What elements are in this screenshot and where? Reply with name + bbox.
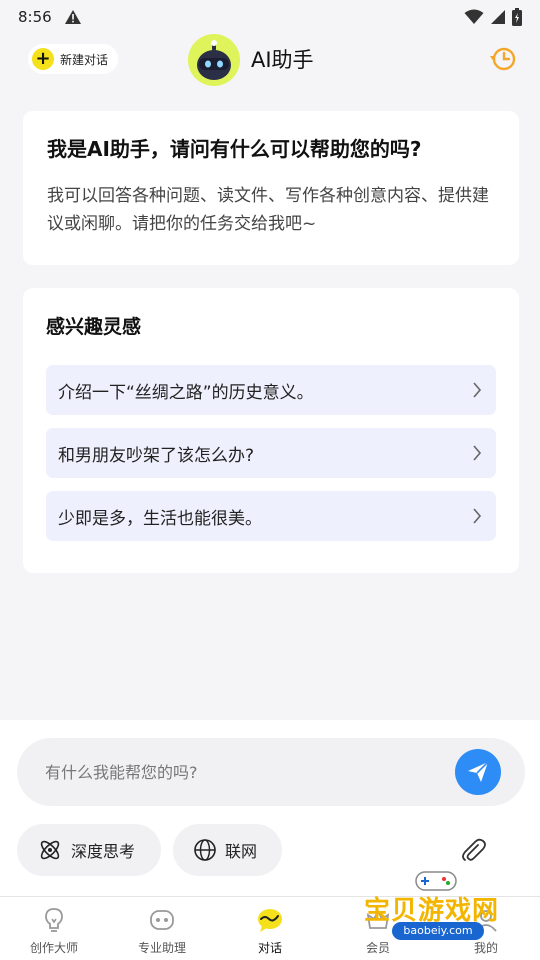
suggestion-label: 介绍一下“丝绸之路”的历史意义。 [58,382,314,403]
header: + 新建对话 AI助手 [0,34,540,90]
history-icon[interactable] [488,44,518,74]
watermark-logo: 宝贝游戏网 baobeiy.com [364,866,514,948]
paperclip-icon[interactable] [458,835,488,865]
inspiration-heading: 感兴趣灵感 [46,316,142,338]
web-search-toggle[interactable]: 联网 [173,824,282,876]
suggestion-label: 少即是多，生活也能很美。 [58,508,262,529]
intro-card: 我是AI助手，请问有什么可以帮助您的吗? 我可以回答各种问题、读文件、写作各种创… [23,111,519,265]
tab-chat[interactable]: 对话 [216,897,324,960]
watermark-url: baobeiy.com [392,922,484,940]
tab-label: 专业助理 [137,941,186,955]
chevron-right-icon [473,445,482,461]
send-icon [468,761,489,782]
intro-body: 我可以回答各种问题、读文件、写作各种创意内容、提供建议或闲聊。请把你的任务交给我… [47,186,489,234]
web-search-label: 联网 [225,842,258,861]
suggestion-item[interactable]: 介绍一下“丝绸之路”的历史意义。 [46,365,496,415]
tab-creation-master[interactable]: 创作大师 [0,897,108,960]
chevron-right-icon [473,508,482,524]
new-chat-label: 新建对话 [60,52,109,67]
robot-icon [150,910,174,930]
send-button[interactable] [455,749,501,795]
message-input-box [17,738,525,806]
atom-icon [40,840,60,860]
suggestion-item[interactable]: 和男朋友吵架了该怎么办? [46,428,496,478]
chat-icon [258,909,282,932]
tab-pro-assistant[interactable]: 专业助理 [108,897,216,960]
new-chat-button[interactable]: + 新建对话 [28,44,119,74]
signal-icon [491,10,505,24]
tab-label: 创作大师 [29,941,78,955]
wifi-icon [464,9,484,24]
deep-think-toggle[interactable]: 深度思考 [17,824,161,876]
intro-heading: 我是AI助手，请问有什么可以帮助您的吗? [47,137,422,161]
status-time: 8:56 [18,8,52,26]
suggestion-item[interactable]: 少即是多，生活也能很美。 [46,491,496,541]
message-input[interactable] [45,758,435,786]
inspiration-card: 感兴趣灵感 介绍一下“丝绸之路”的历史意义。 和男朋友吵架了该怎么办? 少即是多… [23,288,519,573]
bot-avatar [188,34,240,86]
suggestion-label: 和男朋友吵架了该怎么办? [58,445,255,466]
status-bar: 8:56 [0,0,540,34]
page-title: AI助手 [251,48,314,72]
chevron-right-icon [473,382,482,398]
battery-icon [512,8,522,26]
deep-think-label: 深度思考 [71,842,136,861]
gamepad-icon [415,871,457,891]
plus-icon: + [32,48,54,70]
globe-icon [194,839,216,861]
lightbulb-icon [45,908,63,932]
warning-icon [64,10,81,24]
tab-label: 对话 [257,941,282,955]
